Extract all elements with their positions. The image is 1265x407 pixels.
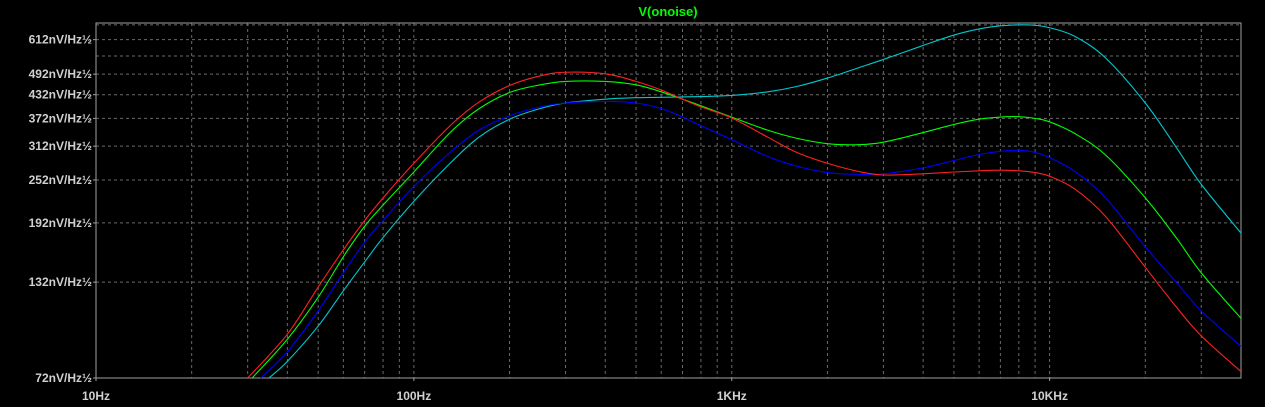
y-tick-label: 492nV/Hz½ [29,67,92,81]
x-tick-label: 1KHz [717,389,747,403]
y-tick-label: 72nV/Hz½ [35,371,92,385]
noise-plot: V(onoise) 72nV/Hz½ 132nV/Hz½ 192nV/Hz½ 252n… [0,0,1265,407]
y-tick-label: 612nV/Hz½ [29,33,92,47]
x-tick-label: 10Hz [82,389,110,403]
y-tick-label: 372nV/Hz½ [29,111,92,125]
plot-background [0,0,1265,407]
y-tick-label: 312nV/Hz½ [29,139,92,153]
y-tick-label: 192nV/Hz½ [29,216,92,230]
x-tick-label: 100Hz [397,389,432,403]
y-tick-label: 132nV/Hz½ [29,275,92,289]
chart-title: V(onoise) [638,4,697,19]
y-tick-label: 252nV/Hz½ [29,173,92,187]
x-tick-label: 10KHz [1031,389,1068,403]
y-tick-label: 432nV/Hz½ [29,88,92,102]
